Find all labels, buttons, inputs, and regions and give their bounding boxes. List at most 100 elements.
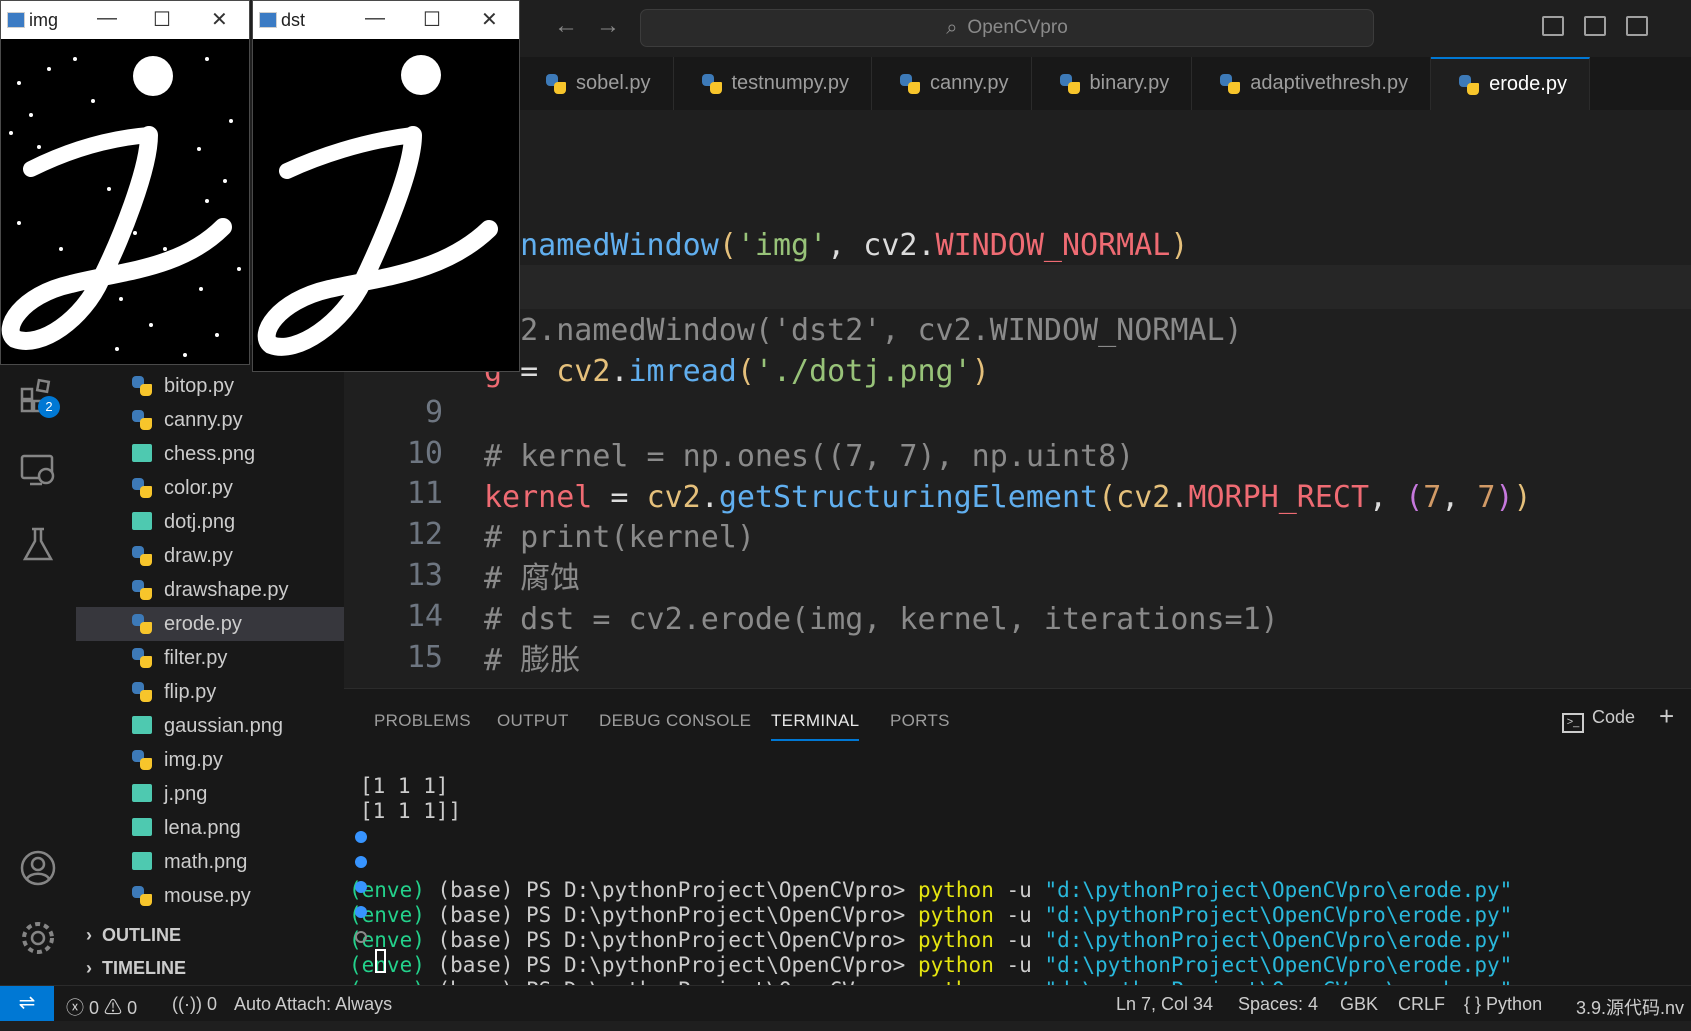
code-text: # 膨胀: [484, 643, 581, 678]
tab-adaptivethresh[interactable]: adaptivethresh.py: [1192, 57, 1432, 110]
file-name: math.png: [164, 851, 248, 873]
maximize-icon[interactable]: ☐: [423, 7, 441, 32]
terminal-profile[interactable]: >_ Code: [1562, 707, 1635, 733]
ports-indicator[interactable]: ((·)) 0: [172, 994, 217, 1015]
python-file-icon: [132, 410, 152, 430]
problems-indicator[interactable]: ⓧ 0 ⚠ 0: [66, 994, 137, 1020]
tab-terminal[interactable]: TERMINAL: [771, 711, 860, 741]
python-file-icon: [132, 750, 152, 770]
file-item[interactable]: lena.png: [76, 811, 344, 845]
tab-erode[interactable]: erode.py: [1431, 57, 1590, 110]
file-item[interactable]: img.py: [76, 743, 344, 777]
python-file-icon: [132, 614, 152, 634]
extensions-icon[interactable]: [0, 365, 76, 425]
python-file-icon: [701, 73, 722, 94]
prompt-flag: -u: [1006, 953, 1032, 977]
chevron-right-icon: ›: [86, 925, 102, 945]
img-window-image: [1, 39, 249, 364]
auto-attach[interactable]: Auto Attach: Always: [234, 994, 392, 1015]
broadcast-icon: ((·)): [172, 994, 202, 1014]
code-line-partial: . , ' .: [343, 116, 1691, 136]
tab-ports[interactable]: PORTS: [890, 711, 950, 731]
language-label: Python: [1486, 994, 1543, 1014]
file-item[interactable]: j.png: [76, 777, 344, 811]
file-item[interactable]: dotj.png: [76, 505, 344, 539]
search-placeholder: OpenCVpro: [967, 17, 1068, 38]
close-icon[interactable]: ✕: [481, 7, 498, 32]
line-number: 15: [406, 640, 443, 675]
language-mode[interactable]: { } Python: [1464, 994, 1542, 1015]
file-item[interactable]: filter.py: [76, 641, 344, 675]
settings-gear-icon[interactable]: [0, 908, 76, 968]
file-item[interactable]: color.py: [76, 471, 344, 505]
window-app-icon: [7, 12, 25, 28]
file-item[interactable]: math.png: [76, 845, 344, 879]
account-icon[interactable]: [0, 838, 76, 898]
minimize-icon[interactable]: —: [97, 7, 117, 30]
code-line: 13 # dst = cv2.erode(img, kernel, iterat…: [343, 510, 1691, 637]
python-file-icon: [132, 478, 152, 498]
image-file-icon: [132, 784, 152, 802]
toggle-secondary-sidebar-icon[interactable]: [1626, 16, 1648, 36]
remote-indicator-icon[interactable]: ⇌: [0, 986, 54, 1021]
file-item[interactable]: gaussian.png: [76, 709, 344, 743]
command-center-search[interactable]: ⌕ OpenCVpro: [640, 9, 1374, 47]
file-item[interactable]: flip.py: [76, 675, 344, 709]
line-ending[interactable]: CRLF: [1398, 994, 1445, 1015]
code-editor[interactable]: . , ' . 2.namedWindow('img', cv2.WINDOW_…: [343, 110, 1691, 719]
file-item[interactable]: drawshape.py: [76, 573, 344, 607]
toggle-sidebar-icon[interactable]: [1542, 16, 1564, 36]
file-item[interactable]: canny.py: [76, 403, 344, 437]
tab-testnumpy[interactable]: testnumpy.py: [674, 57, 872, 110]
status-bar: ⇌ ⓧ 0 ⚠ 0 ((·)) 0 Auto Attach: Always Ln…: [0, 985, 1691, 1021]
file-item[interactable]: draw.py: [76, 539, 344, 573]
window-app-icon: [259, 12, 277, 28]
remote-explorer-icon[interactable]: [0, 440, 76, 500]
python-file-icon: [132, 648, 152, 668]
opencv-window-img[interactable]: img — ☐ ✕: [0, 0, 250, 365]
file-item[interactable]: bitop.py: [76, 369, 344, 403]
tab-binary[interactable]: binary.py: [1032, 57, 1193, 110]
tab-output[interactable]: OUTPUT: [497, 711, 569, 731]
tab-problems[interactable]: PROBLEMS: [374, 711, 471, 731]
tab-sobel[interactable]: sobel.py: [518, 57, 674, 110]
image-file-icon: [132, 716, 152, 734]
file-name: dotj.png: [164, 511, 236, 533]
indentation[interactable]: Spaces: 4: [1238, 994, 1318, 1015]
file-item-selected[interactable]: erode.py: [76, 607, 344, 641]
python-file-icon: [546, 73, 566, 94]
tab-debug-console[interactable]: DEBUG CONSOLE: [599, 711, 751, 731]
section-label: OUTLINE: [102, 925, 181, 945]
toggle-panel-icon[interactable]: [1584, 16, 1606, 36]
outline-section[interactable]: › OUTLINE: [86, 925, 181, 946]
terminal-profile-label: Code: [1592, 707, 1636, 727]
testing-flask-icon[interactable]: [0, 515, 76, 575]
dst-window-image: [253, 39, 519, 371]
close-icon[interactable]: ✕: [211, 7, 228, 32]
file-item[interactable]: chess.png: [76, 437, 344, 471]
forward-arrow-icon[interactable]: →: [596, 12, 620, 40]
file-explorer: bitop.py canny.py chess.png color.py dot…: [76, 345, 344, 985]
window-titlebar[interactable]: dst — ☐ ✕: [253, 1, 519, 39]
terminal-cursor: [375, 949, 386, 973]
code-line: 12 # 腐蚀: [343, 469, 1691, 596]
timeline-section[interactable]: › TIMELINE: [86, 958, 186, 979]
file-item[interactable]: mouse.py: [76, 879, 344, 913]
terminal-prompt-line: (enve) (base) PS D:\pythonProject\OpenCV…: [344, 873, 1691, 952]
tab-label: binary.py: [1089, 72, 1170, 94]
encoding[interactable]: GBK: [1340, 994, 1378, 1015]
terminal-prompt-line: (enve) (base) PS D:\pythonProject\OpenCV…: [344, 823, 1691, 902]
window-titlebar[interactable]: img — ☐ ✕: [1, 1, 249, 39]
minimize-icon[interactable]: —: [365, 7, 385, 30]
maximize-icon[interactable]: ☐: [153, 7, 171, 32]
braces-icon: { }: [1464, 994, 1482, 1014]
python-interpreter[interactable]: 3.9.源代码.nv: [1576, 994, 1691, 1020]
cursor-position[interactable]: Ln 7, Col 34: [1116, 994, 1213, 1015]
back-arrow-icon[interactable]: ←: [554, 12, 578, 40]
tab-canny[interactable]: canny.py: [872, 57, 1032, 110]
new-terminal-plus-icon[interactable]: +: [1659, 701, 1674, 732]
code-line: 14 # 膨胀: [343, 551, 1691, 678]
python-file-icon: [132, 376, 152, 396]
opencv-window-dst[interactable]: dst — ☐ ✕: [252, 0, 520, 372]
window-title: dst: [281, 10, 306, 30]
